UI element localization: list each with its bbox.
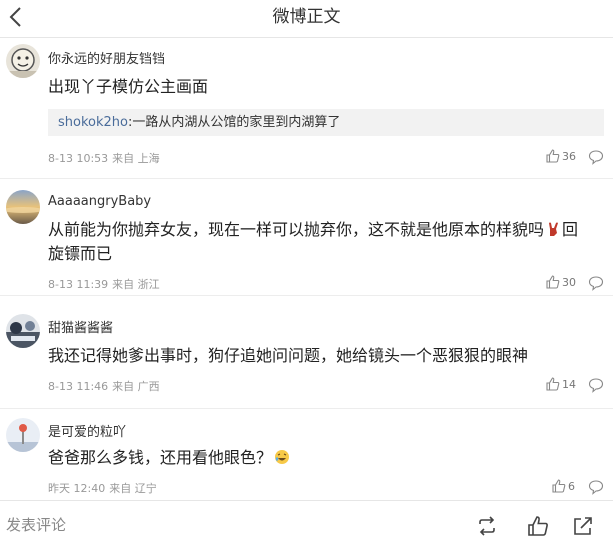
comment-source: 来自 辽宁 <box>109 482 157 495</box>
quoted-text: :一路从内湖从公馆的家里到内湖算了 <box>127 115 341 130</box>
reply-bubble-icon[interactable] <box>588 377 604 393</box>
comment-item: 是可爱的粒吖 爸爸那么多钱，还用看他眼色？ 昨天 12:40 来自 辽宁 6 <box>0 409 613 500</box>
reply-bubble-icon[interactable] <box>588 275 604 291</box>
thumbs-up-icon[interactable] <box>527 515 549 537</box>
like-count: 30 <box>562 276 576 289</box>
like-button[interactable]: 14 <box>546 377 576 393</box>
comment-time: 8-13 11:39 <box>48 278 109 291</box>
comment-item: 甜猫酱酱酱 我还记得她爹出事时，狗仔追她问问题，她给镜头一个恶狠狠的眼神 8-1… <box>0 296 613 408</box>
comment-text-line2: 旋镖而已 <box>48 244 113 263</box>
comment-text-line1: 从前能为你抛弃女友，现在一样可以抛弃你，这不就是他原本的样貌吗 <box>48 220 545 239</box>
comment-time: 8-13 10:53 <box>48 152 109 165</box>
repost-icon[interactable] <box>476 515 498 537</box>
compose-comment-input[interactable]: 发表评论 <box>6 514 66 535</box>
comment-source: 来自 广西 <box>112 380 160 393</box>
comment-username[interactable]: 甜猫酱酱酱 <box>48 317 113 336</box>
avatar[interactable] <box>6 190 40 224</box>
comment-meta: 8-13 11:46 来自 广西 <box>48 378 164 394</box>
like-button[interactable]: 30 <box>546 275 576 291</box>
quoted-username[interactable]: shokok2ho <box>58 115 128 130</box>
comment-item: 你永远的好朋友铛铛 出现丫子模仿公主画面 shokok2ho:一路从内湖从公馆的… <box>0 38 613 178</box>
top-bar: 微博正文 <box>0 0 613 38</box>
page-title: 微博正文 <box>272 7 341 27</box>
comment-time: 8-13 11:46 <box>48 380 109 393</box>
comment-meta: 8-13 10:53 来自 上海 <box>48 150 164 166</box>
comment-text-body: 爸爸那么多钱，还用看他眼色？ <box>48 448 273 467</box>
laughing-emoji <box>275 450 290 464</box>
rock-hand-emoji <box>549 222 559 236</box>
comment-source: 来自 上海 <box>112 152 160 165</box>
thumbs-up-icon <box>546 377 560 391</box>
thumbs-up-icon <box>552 479 566 493</box>
comment-username[interactable]: 你永远的好朋友铛铛 <box>48 48 165 67</box>
like-count: 36 <box>562 150 576 163</box>
reply-bubble-icon[interactable] <box>588 479 604 495</box>
avatar[interactable] <box>6 418 40 452</box>
comment-item: AaaaangryBaby 从前能为你抛弃女友，现在一样可以抛弃你，这不就是他原… <box>0 179 613 295</box>
comment-username[interactable]: AaaaangryBaby <box>48 194 151 209</box>
reply-bubble-icon[interactable] <box>588 149 604 165</box>
like-count: 6 <box>568 480 575 493</box>
like-button[interactable]: 36 <box>546 149 576 165</box>
comment-text: 从前能为你抛弃女友，现在一样可以抛弃你，这不就是他原本的样貌吗 回 旋镖而已 <box>48 218 604 266</box>
comment-text: 我还记得她爹出事时，狗仔追她问问题，她给镜头一个恶狠狠的眼神 <box>48 346 529 365</box>
like-count: 14 <box>562 378 576 391</box>
comment-text: 爸爸那么多钱，还用看他眼色？ <box>48 446 604 470</box>
comment-username[interactable]: 是可爱的粒吖 <box>48 421 126 440</box>
quoted-reply[interactable]: shokok2ho:一路从内湖从公馆的家里到内湖算了 <box>48 109 604 136</box>
thumbs-up-icon <box>546 149 560 163</box>
comment-meta: 昨天 12:40 来自 辽宁 <box>48 480 161 496</box>
comment-text: 出现丫子模仿公主画面 <box>48 77 209 96</box>
comment-meta: 8-13 11:39 来自 浙江 <box>48 276 164 292</box>
thumbs-up-icon <box>546 275 560 289</box>
comment-time: 昨天 12:40 <box>48 482 106 495</box>
comment-source: 来自 浙江 <box>112 278 160 291</box>
like-button[interactable]: 6 <box>552 479 575 495</box>
avatar[interactable] <box>6 314 40 348</box>
bottom-bar: 发表评论 <box>0 500 613 550</box>
share-icon[interactable] <box>572 515 594 537</box>
avatar[interactable] <box>6 44 40 78</box>
comment-text-line1-end: 回 <box>562 220 579 239</box>
